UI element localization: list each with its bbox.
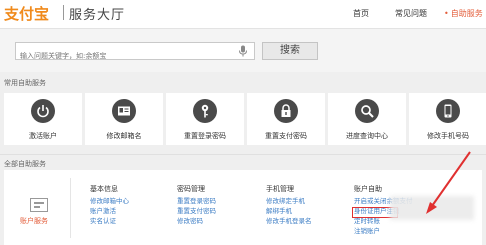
tile-icon-bg <box>355 99 379 123</box>
header-bar: 支付宝 服务大厅 首页 常见问题 • 自助服务 <box>0 0 486 29</box>
lock-icon <box>281 104 291 117</box>
service-link[interactable]: 修改邮箱中心 <box>90 196 129 206</box>
service-link[interactable]: 解绑手机 <box>266 206 312 216</box>
svg-text:支付宝: 支付宝 <box>4 5 49 23</box>
service-link[interactable]: 重置支付密码 <box>177 206 216 216</box>
password-column: 密码管理 重置登录密码 重置支付密码 修改密码 <box>177 184 216 226</box>
tile-icon-bg <box>436 99 460 123</box>
account-card-icon <box>30 198 48 212</box>
id-card-icon <box>118 106 130 116</box>
search-box[interactable] <box>15 42 255 64</box>
service-link[interactable]: 重置登录密码 <box>177 196 216 206</box>
column-heading: 手机管理 <box>266 185 294 193</box>
column-heading: 账户自助 <box>354 185 382 193</box>
search-input[interactable] <box>16 48 230 64</box>
tile-label: 激活账户 <box>29 132 57 140</box>
bullet-icon: • <box>444 9 449 18</box>
column-heading: 基本信息 <box>90 185 118 193</box>
alipay-logo[interactable]: 支付宝 <box>4 2 60 24</box>
account-services-label[interactable]: 账户服务 <box>20 216 48 226</box>
microphone-icon[interactable] <box>238 45 248 57</box>
blurred-region <box>390 196 474 220</box>
phone-column: 手机管理 修改绑定手机 解绑手机 修改手机登录名 <box>266 184 312 226</box>
power-icon <box>37 105 49 118</box>
common-services-title: 常用自助服务 <box>4 79 46 87</box>
nav-self-service-label: 自助服务 <box>450 9 483 18</box>
all-services-title: 全部自助服务 <box>4 160 46 168</box>
nav-self-service[interactable]: • 自助服务 <box>444 8 483 19</box>
tile-change-email[interactable]: 修改邮箱名 <box>85 93 163 145</box>
search-button[interactable]: 搜索 <box>262 42 318 60</box>
tile-change-phone[interactable]: 修改手机号码 <box>409 93 486 145</box>
nav-home[interactable]: 首页 <box>353 8 369 19</box>
key-icon <box>201 104 209 118</box>
service-link[interactable]: 注销账户 <box>354 226 413 236</box>
tile-icon-bg <box>274 99 298 123</box>
logo-divider <box>63 5 64 20</box>
tile-label: 重置支付密码 <box>265 132 307 140</box>
tile-activate-account[interactable]: 激活账户 <box>4 93 82 145</box>
service-link[interactable]: 修改绑定手机 <box>266 196 312 206</box>
tile-reset-payment-password[interactable]: 重置支付密码 <box>247 93 325 145</box>
column-heading: 密码管理 <box>177 185 205 193</box>
service-link[interactable]: 实名认证 <box>90 216 129 226</box>
tile-label: 进度查询中心 <box>346 132 388 140</box>
nav-faq[interactable]: 常见问题 <box>395 8 427 19</box>
tile-label: 修改邮箱名 <box>106 132 142 140</box>
service-link[interactable]: 修改密码 <box>177 216 216 226</box>
tile-icon-bg <box>112 99 136 123</box>
search-area: 搜索 <box>0 29 486 72</box>
search-icon <box>361 105 374 118</box>
service-link[interactable]: 修改手机登录名 <box>266 216 312 226</box>
section-divider <box>0 154 486 155</box>
service-link[interactable]: 账户激活 <box>90 206 129 216</box>
tile-icon-bg <box>193 99 217 123</box>
panel-divider <box>70 178 71 238</box>
basic-info-column: 基本信息 修改邮箱中心 账户激活 实名认证 <box>90 184 129 226</box>
tile-progress-center[interactable]: 进度查询中心 <box>328 93 406 145</box>
service-hall-title: 服务大厅 <box>69 8 126 23</box>
phone-icon <box>444 104 452 118</box>
tile-label: 修改手机号码 <box>427 132 469 140</box>
tile-reset-login-password[interactable]: 重置登录密码 <box>166 93 244 145</box>
tile-icon-bg <box>31 99 55 123</box>
tile-label: 重置登录密码 <box>184 132 226 140</box>
